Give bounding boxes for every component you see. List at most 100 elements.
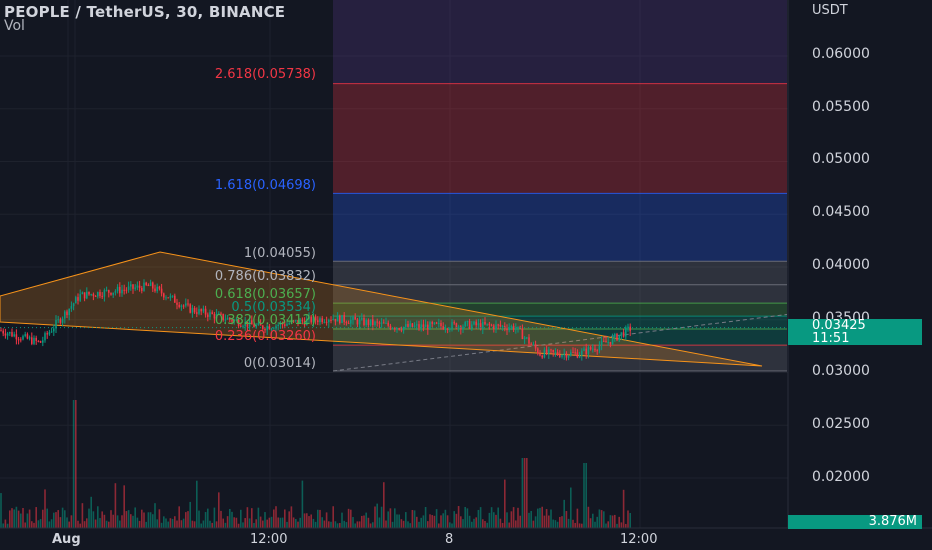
volume-bar	[389, 508, 392, 528]
volume-bar	[75, 400, 77, 528]
candle-body	[363, 318, 365, 325]
volume-bar	[629, 513, 631, 528]
candle-body	[123, 289, 125, 291]
candle-body	[103, 290, 106, 297]
volume-bar	[433, 515, 436, 528]
volume-bar	[152, 514, 154, 528]
volume-bar	[583, 463, 585, 528]
candle-body	[413, 325, 416, 327]
price-chart[interactable]	[0, 0, 932, 550]
candle-body	[396, 328, 398, 330]
y-tick-label: 0.05500	[812, 99, 870, 115]
candle-body	[35, 337, 37, 341]
candle-body	[530, 343, 532, 345]
candle-body	[486, 323, 488, 325]
candle-body	[185, 303, 187, 306]
volume-bar	[477, 509, 480, 528]
candle-body	[497, 324, 499, 326]
volume-bar	[537, 508, 539, 528]
fib-zone	[333, 0, 787, 84]
candle-body	[365, 320, 367, 325]
candle-body	[169, 295, 172, 298]
volume-bar	[455, 513, 458, 528]
volume-bar	[191, 520, 194, 528]
fib-level-label: 2.618(0.05738)	[214, 67, 316, 82]
volume-bar	[407, 521, 409, 528]
volume-bar	[116, 515, 119, 528]
volume-bar	[321, 517, 323, 528]
volume-bar	[134, 507, 136, 528]
volume-bar	[57, 510, 59, 528]
candle-body	[59, 319, 62, 323]
candle-body	[334, 318, 337, 322]
volume-bar	[499, 518, 502, 528]
candle-body	[44, 333, 46, 341]
volume-bar	[196, 480, 198, 528]
price-axis-unit[interactable]: USDT	[812, 3, 848, 18]
candle-body	[534, 344, 537, 349]
volume-bar	[136, 517, 139, 528]
candle-body	[380, 322, 383, 324]
volume-bar	[281, 517, 284, 528]
candle-body	[165, 297, 167, 299]
volume-bar	[81, 503, 84, 528]
fib-level-label: 1(0.04055)	[243, 246, 316, 261]
candle-body	[581, 350, 583, 356]
volume-bar	[563, 499, 565, 528]
volume-bar	[418, 521, 420, 528]
volume-bar	[363, 515, 365, 528]
volume-bar	[614, 514, 616, 528]
candle-body	[200, 309, 202, 312]
candle-body	[418, 324, 420, 328]
volume-bar	[358, 521, 361, 528]
candle-body	[31, 337, 33, 344]
candle-body	[88, 291, 90, 295]
volume-bar	[572, 519, 574, 528]
volume-bar	[248, 518, 251, 528]
volume-bar	[220, 510, 222, 528]
volume-bar	[336, 523, 339, 528]
candle-body	[22, 336, 24, 340]
candle-body	[94, 295, 97, 297]
volume-indicator-label[interactable]: Vol	[4, 18, 25, 34]
candle-body	[187, 303, 189, 305]
volume-bar	[24, 522, 26, 528]
candle-body	[506, 328, 508, 331]
volume-bar	[519, 515, 521, 528]
candle-body	[517, 326, 519, 329]
candle-body	[116, 286, 119, 292]
candle-body	[424, 324, 427, 328]
candle-body	[46, 333, 48, 335]
volume-bar	[310, 514, 312, 528]
candle-body	[341, 315, 343, 324]
last-price-badge: 0.03425 11:51	[788, 319, 922, 345]
candle-body	[490, 325, 493, 327]
volume-bar	[462, 519, 464, 528]
candle-body	[515, 328, 517, 330]
volume-bar	[101, 511, 103, 528]
volume-bar	[446, 515, 449, 528]
candle-body	[136, 285, 139, 288]
volume-bar	[576, 508, 579, 528]
candle-body	[64, 311, 66, 319]
candle-body	[105, 290, 108, 292]
candle-body	[475, 321, 477, 326]
volume-bar	[380, 506, 383, 528]
volume-bar	[435, 509, 438, 528]
volume-bar	[273, 509, 275, 528]
volume-bar	[213, 507, 216, 528]
volume-bar	[169, 518, 172, 528]
candle-body	[442, 326, 444, 330]
volume-bar	[255, 519, 257, 528]
candle-body	[457, 326, 460, 329]
volume-bar	[37, 520, 40, 528]
volume-bar	[482, 519, 484, 528]
candle-body	[466, 321, 469, 323]
volume-bar	[504, 479, 506, 528]
x-tick-label: 8	[445, 532, 454, 547]
candle-body	[554, 351, 557, 353]
volume-bar	[231, 511, 233, 528]
candle-body	[147, 285, 150, 287]
volume-bar	[145, 521, 147, 528]
candle-body	[435, 322, 438, 324]
